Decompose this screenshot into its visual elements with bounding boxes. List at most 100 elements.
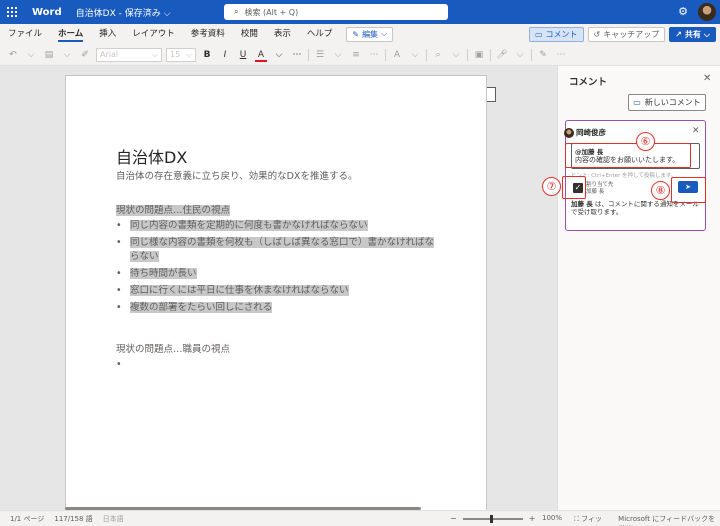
- comment-add-icon: ▭: [633, 98, 641, 107]
- word-count[interactable]: 117/158 語: [54, 514, 92, 524]
- chevron-down-icon: ⌵: [381, 29, 388, 38]
- comments-pane-title: コメント: [569, 77, 608, 88]
- residents-issue-list: 同じ内容の書類を定期的に何度も書かなければならない 同じ様な内容の書類を何枚も（…: [116, 219, 441, 318]
- zoom-control: − +: [450, 514, 535, 523]
- divider: [490, 48, 491, 61]
- brush-icon[interactable]: ✐: [78, 50, 92, 60]
- zoom-slider-thumb[interactable]: [489, 514, 493, 523]
- chevron-down-icon: ⌵: [185, 49, 192, 59]
- font-color-button[interactable]: A: [254, 50, 268, 62]
- chevron-down-icon[interactable]: ⌵: [272, 50, 286, 60]
- tab-file[interactable]: ファイル: [0, 24, 50, 44]
- tab-insert[interactable]: 挿入: [91, 24, 124, 44]
- sensitivity-icon[interactable]: ▣: [472, 50, 486, 60]
- zoom-in-icon[interactable]: +: [529, 514, 536, 523]
- fit-button[interactable]: ⛶ フィット: [574, 514, 606, 526]
- font-size-select[interactable]: 15 ⌵: [166, 47, 196, 62]
- comment-icon: ▭: [534, 30, 543, 39]
- page-count: 1/1 ページ: [10, 514, 45, 523]
- dictate-icon[interactable]: 🎤︎: [495, 50, 509, 60]
- paste-icon[interactable]: ▤: [42, 50, 56, 60]
- tab-view[interactable]: 表示: [266, 24, 299, 44]
- tab-review[interactable]: 校閲: [233, 24, 266, 44]
- list-item[interactable]: 窓口に行くには平日に仕事を休まなければならない: [116, 284, 441, 298]
- chevron-down-icon: ⌵: [703, 29, 710, 39]
- user-avatar[interactable]: [698, 3, 716, 21]
- chevron-down-icon[interactable]: ⌵: [449, 50, 463, 60]
- chevron-down-icon[interactable]: ⌵: [408, 50, 422, 60]
- catchup-button[interactable]: ↺ キャッチアップ: [587, 27, 666, 42]
- assign-label: 割り当て先 加藤 長: [586, 182, 614, 195]
- editor-icon[interactable]: ✎: [536, 50, 550, 60]
- callout-box-comment-text: [565, 143, 691, 168]
- gear-icon[interactable]: ⚙: [676, 5, 690, 19]
- edit-mode-button[interactable]: ✎ 編集 ⌵: [346, 26, 394, 42]
- close-icon[interactable]: ✕: [703, 73, 711, 84]
- document-heading[interactable]: 自治体DX: [116, 144, 187, 168]
- divider: [426, 48, 427, 61]
- redo-icon[interactable]: ⌵: [24, 50, 38, 60]
- italic-button[interactable]: I: [218, 50, 232, 60]
- share-button[interactable]: ↗ 共有 ⌵: [669, 27, 716, 42]
- align-icon[interactable]: ≡: [349, 50, 363, 60]
- list-item[interactable]: 複数の部署をたらい回しにされる: [116, 301, 441, 315]
- list-item[interactable]: 同じ様な内容の書類を何枚も（しばしば異なる窓口で）書かなければならない: [116, 236, 441, 264]
- tab-references[interactable]: 参考資料: [183, 24, 233, 44]
- comments-button[interactable]: ▭ コメント: [528, 27, 584, 42]
- comment-author: 岡崎俊彦: [576, 128, 606, 137]
- more-options-icon[interactable]: ⋯: [554, 50, 568, 60]
- more-formatting-button[interactable]: ⋯: [290, 50, 304, 60]
- callout-box-checkbox: [562, 176, 586, 199]
- pencil-icon: ✎: [352, 29, 360, 39]
- comment-card[interactable]: 岡崎俊彦 ✕ @加藤 長 内容の確認をお願いいたします。 ヒント: Ctrl+E…: [564, 120, 706, 231]
- chevron-down-icon[interactable]: ⌵: [513, 50, 527, 60]
- bold-button[interactable]: B: [200, 50, 214, 60]
- undo-icon[interactable]: ↶: [6, 50, 20, 60]
- chevron-down-icon[interactable]: ⌵: [331, 50, 345, 60]
- post-hint: ヒント: Ctrl+Enter を押して投稿します。: [571, 173, 677, 179]
- feedback-link[interactable]: Microsoft にフィードバックを送信: [618, 514, 720, 526]
- callout-number-6: ⑥: [636, 132, 655, 151]
- bullets-icon[interactable]: ☰: [313, 50, 327, 60]
- list-item[interactable]: 同じ内容の書類を定期的に何度も書かなければならない: [116, 219, 441, 233]
- catchup-icon: ↺: [593, 30, 601, 39]
- styles-icon[interactable]: A: [390, 50, 404, 60]
- search-placeholder: 検索 (Alt + Q): [244, 7, 299, 17]
- divider: [467, 48, 468, 61]
- tab-home[interactable]: ホーム: [50, 24, 91, 44]
- comments-pane: コメント ✕ ▭ 新しいコメント 岡崎俊彦 ✕ @加藤 長 内容の確認をお願いい…: [557, 66, 720, 510]
- tab-help[interactable]: ヘルプ: [299, 24, 341, 44]
- document-subtitle[interactable]: 自治体の存在意義に立ち戻り、効果的なDXを推進する。: [116, 168, 357, 182]
- find-icon[interactable]: ⌕: [431, 50, 445, 60]
- document-title[interactable]: 自治体DX - 保存済み ⌵: [76, 6, 171, 19]
- zoom-slider[interactable]: [462, 514, 523, 523]
- section-title-residents[interactable]: 現状の問題点…住民の視点: [116, 202, 231, 216]
- zoom-out-icon[interactable]: −: [450, 514, 457, 523]
- new-comment-button[interactable]: ▭ 新しいコメント: [628, 94, 706, 111]
- tab-layout[interactable]: レイアウト: [124, 24, 183, 44]
- divider: [385, 48, 386, 61]
- callout-box-send: [671, 177, 706, 203]
- chevron-down-icon: ⌵: [151, 49, 158, 59]
- callout-number-7: ⑦: [542, 177, 561, 196]
- font-name-select[interactable]: Arial ⌵: [96, 47, 162, 62]
- format-painter-icon[interactable]: ⌵: [60, 50, 74, 60]
- app-launcher-icon[interactable]: [0, 0, 24, 24]
- close-icon[interactable]: ✕: [692, 126, 700, 136]
- page-marker: [487, 87, 496, 102]
- divider: [531, 48, 532, 61]
- status-bar: 1/1 ページ 117/158 語 日本語 − + 100% ⛶ フィット Mi…: [0, 510, 720, 526]
- search-icon: ⌕: [234, 7, 239, 16]
- list-item[interactable]: 待ち時間が長い: [116, 267, 441, 281]
- document-canvas[interactable]: 自治体DX 自治体の存在意義に立ち戻り、効果的なDXを推進する。 現状の問題点……: [0, 66, 557, 510]
- language-indicator[interactable]: 日本語: [103, 514, 124, 524]
- section-title-staff[interactable]: 現状の問題点…職員の視点: [116, 341, 230, 355]
- share-icon: ↗: [675, 30, 682, 39]
- more-paragraph-icon[interactable]: ⋯: [367, 50, 381, 60]
- staff-issue-list: [116, 358, 441, 372]
- divider: [308, 48, 309, 61]
- underline-button[interactable]: U: [236, 50, 250, 60]
- zoom-percent[interactable]: 100%: [542, 514, 562, 526]
- app-name[interactable]: Word: [32, 7, 62, 18]
- search-box[interactable]: ⌕ 検索 (Alt + Q): [224, 4, 448, 20]
